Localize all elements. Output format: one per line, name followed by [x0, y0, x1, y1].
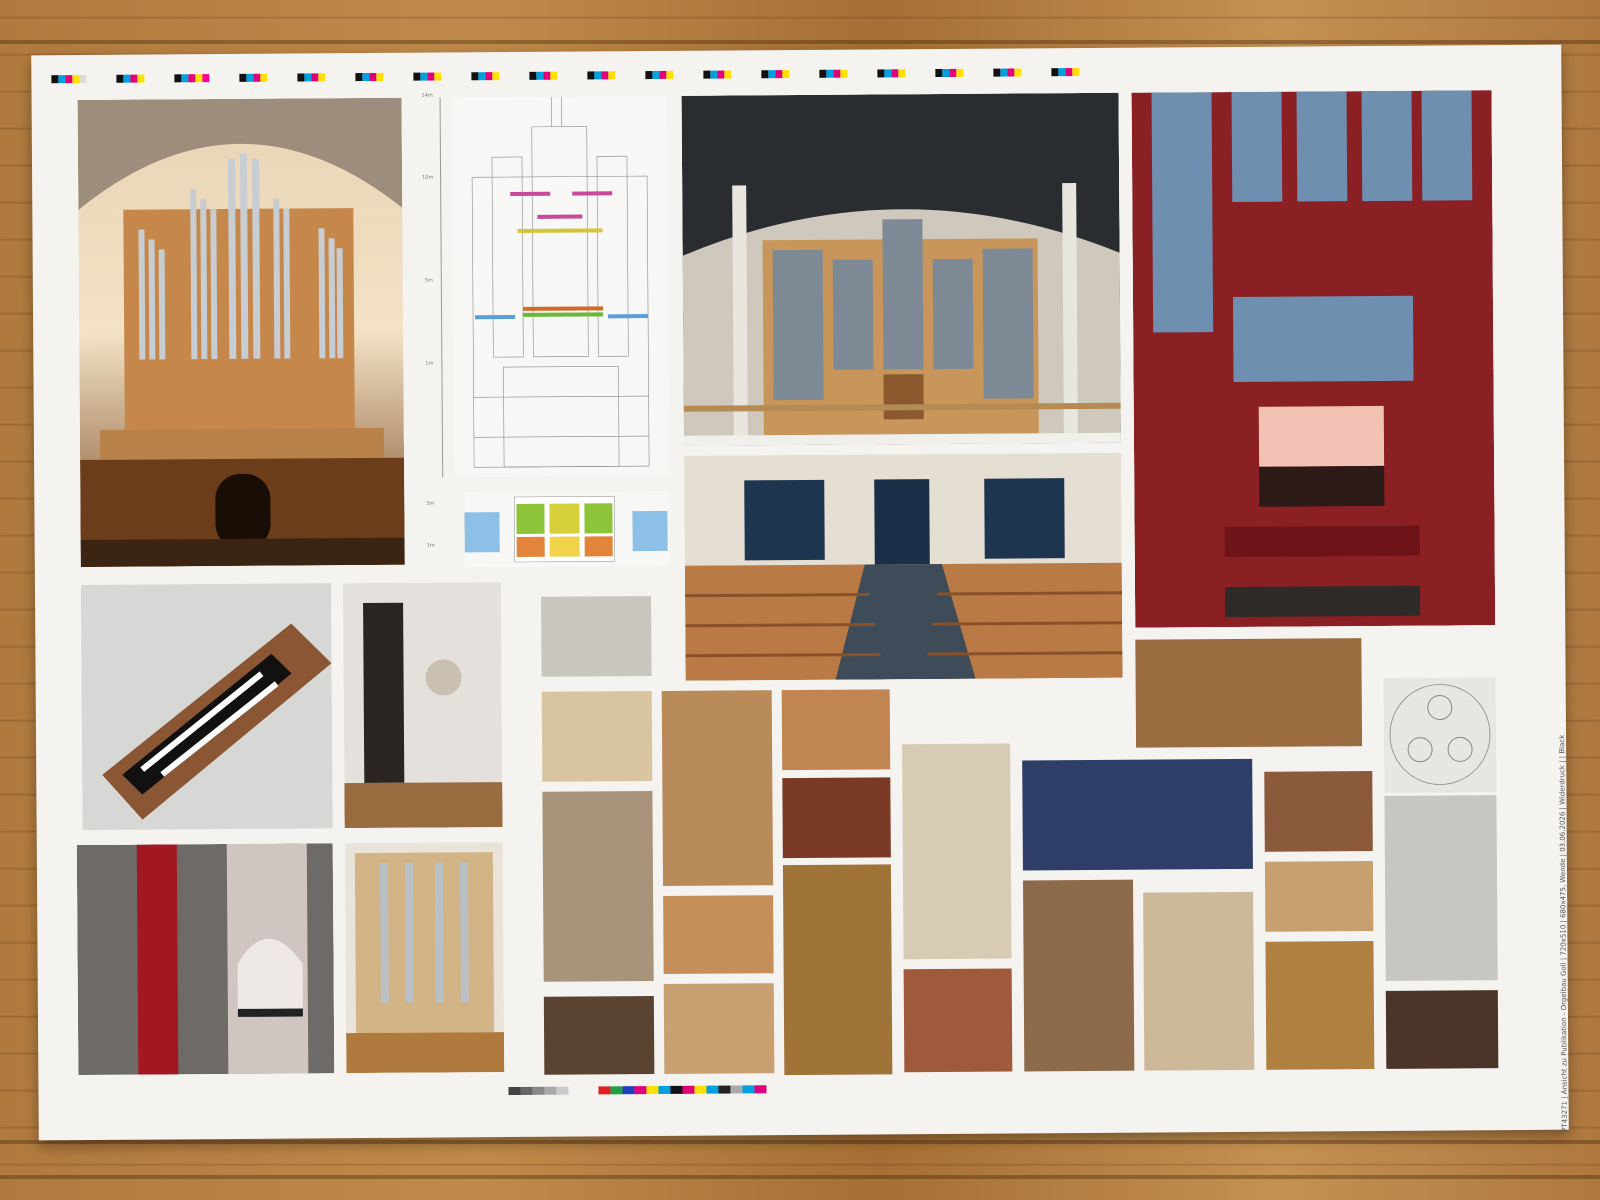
print-slug-text: PT43271 | Ansicht zu Publikation - Orgel…	[1558, 734, 1569, 1132]
wooden-organ-case-photo	[344, 842, 505, 1074]
scale-label-14m: 14m	[421, 92, 433, 99]
organ-tile-1	[541, 691, 653, 782]
baroque-organ-photo	[902, 743, 1012, 960]
pipe-mouth-closeup-photo	[76, 843, 335, 1076]
organ-tile-7	[781, 689, 891, 771]
organ-tile-6	[663, 983, 775, 1074]
organ-tile-2	[542, 791, 654, 982]
top-color-bar	[51, 68, 1080, 84]
colorful-chapel-organ-photo	[1384, 795, 1498, 981]
scale-label-1m: 1m	[425, 360, 434, 367]
organ-elevation-drawing	[451, 95, 670, 478]
horizontal-pipes-photo	[1135, 638, 1363, 748]
organ-tile-3	[543, 996, 655, 1075]
console-detail-photo	[541, 596, 652, 677]
church-nave-pews-photo	[684, 452, 1123, 681]
organ-tile-14	[1264, 861, 1374, 932]
console-keys-diagonal-photo	[80, 583, 333, 831]
scale-label-plan-1m: 1m	[426, 542, 435, 549]
organ-tile-4	[661, 690, 774, 886]
bottom-color-bar	[508, 1085, 767, 1096]
organ-gothic-church-photo	[77, 97, 405, 568]
print-sheet: 14m 10m 5m 1m 5m 1m PT43271 | Ansicht zu…	[31, 44, 1569, 1141]
organ-tile-5	[663, 895, 774, 974]
organ-tile-9	[782, 864, 893, 1076]
scale-label-plan-5m: 5m	[426, 500, 435, 507]
red-organ-console-photo	[1131, 90, 1496, 628]
scale-label-10m: 10m	[422, 174, 434, 181]
blue-window-organ-photo	[1022, 758, 1253, 871]
organ-tile-10	[903, 968, 1013, 1073]
modern-church-organ-photo	[681, 92, 1121, 446]
organ-tile-15	[1265, 941, 1375, 1070]
organ-tile-8	[782, 777, 891, 859]
organ-tile-11	[1023, 879, 1135, 1072]
chapel-interior-photo	[342, 582, 503, 829]
organ-tile-12	[1143, 891, 1255, 1071]
scale-bar	[439, 97, 444, 478]
rose-window-drawing	[1383, 677, 1497, 793]
organ-tile-16	[1385, 990, 1499, 1069]
organ-tile-13	[1264, 771, 1373, 852]
scale-label-5m: 5m	[424, 277, 433, 284]
organ-ground-plan-drawing	[464, 490, 670, 568]
